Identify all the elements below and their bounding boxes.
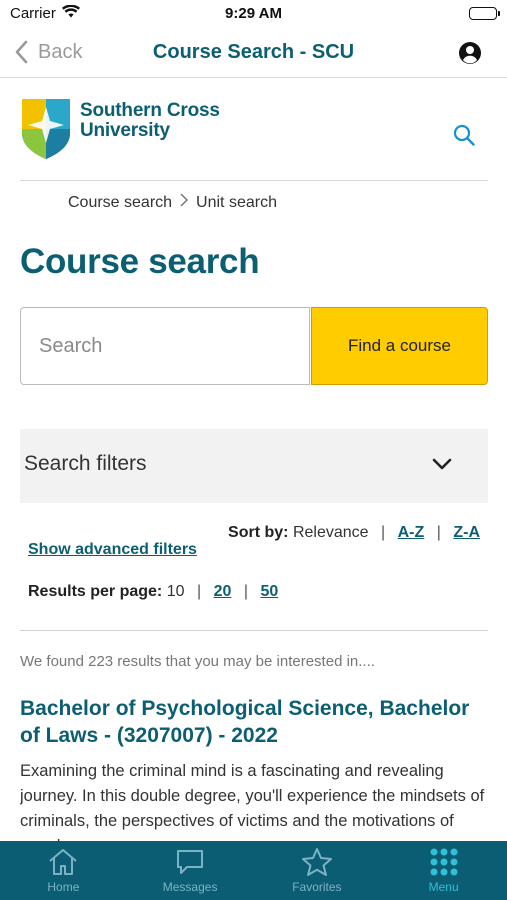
battery-icon [469, 7, 500, 20]
header-divider [20, 180, 488, 181]
result-title[interactable]: Bachelor of Psychological Science, Bache… [20, 695, 490, 749]
navigation-bar: Back Course Search - SCU [0, 28, 507, 78]
results-per-page: Results per page: 10 | 20 | 50 [28, 583, 279, 600]
sort-az-link[interactable]: A-Z [398, 524, 425, 541]
per-page-20-link[interactable]: 20 [214, 583, 232, 600]
tab-favorites-label: Favorites [292, 880, 342, 894]
tab-messages[interactable]: Messages [127, 841, 254, 900]
profile-icon[interactable] [458, 41, 482, 65]
home-icon [49, 849, 78, 875]
header-search-icon[interactable] [452, 123, 476, 152]
status-bar: Carrier 9:29 AM [0, 0, 507, 28]
breadcrumb-course-search[interactable]: Course search [68, 194, 172, 212]
breadcrumb-unit-search[interactable]: Unit search [196, 194, 277, 212]
per-page-50-link[interactable]: 50 [260, 583, 278, 600]
logo-line-2: University [80, 120, 170, 141]
grid-icon [430, 848, 458, 876]
result-description: Examining the criminal mind is a fascina… [20, 762, 485, 841]
sort-current: Relevance [292, 524, 369, 541]
chevron-down-icon [432, 457, 452, 475]
advanced-filters-link[interactable]: Show advanced filters [28, 541, 197, 559]
nav-title: Course Search - SCU [152, 41, 355, 63]
sort-controls: Sort by: Relevance | A-Z | Z-A [228, 524, 480, 541]
search-filters-toggle[interactable]: Search filters [20, 429, 488, 503]
search-filters-label: Search filters [24, 452, 147, 475]
university-name: Southern Cross University [80, 101, 220, 141]
tab-messages-label: Messages [162, 880, 218, 894]
find-course-button[interactable]: Find a course [311, 307, 488, 385]
breadcrumb: Course search Unit search [68, 193, 277, 212]
tab-bar: Home Messages Favorites Menu [0, 841, 507, 900]
sort-label: Sort by: [228, 524, 289, 541]
results-count: We found 223 results that you may be int… [20, 653, 375, 670]
per-page-current: 10 [166, 583, 185, 600]
per-page-label: Results per page: [28, 583, 163, 600]
message-icon [177, 850, 204, 874]
tab-menu-label: Menu [428, 880, 459, 894]
site-header: Southern Cross University [20, 95, 488, 165]
search-input[interactable] [20, 307, 310, 385]
scu-logo-icon[interactable] [20, 97, 72, 166]
status-time: 9:29 AM [225, 5, 282, 22]
tab-home-label: Home [47, 880, 80, 894]
sort-za-link[interactable]: Z-A [453, 524, 480, 541]
tab-menu[interactable]: Menu [380, 841, 507, 900]
page-title: Course search [20, 242, 260, 281]
tab-favorites[interactable]: Favorites [254, 841, 381, 900]
results-divider [20, 630, 488, 631]
logo-line-1: Southern Cross [80, 100, 220, 121]
star-icon [301, 848, 332, 876]
tab-home[interactable]: Home [0, 841, 127, 900]
chevron-right-icon [180, 193, 189, 212]
